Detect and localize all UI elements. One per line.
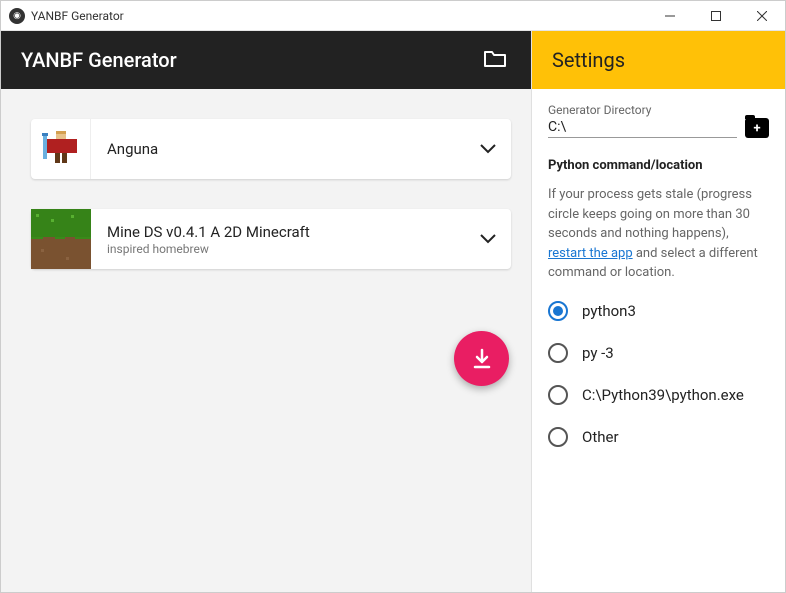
item-body: Mine DS v0.4.1 A 2D Minecraft inspired h… xyxy=(91,223,465,256)
radio-option-path[interactable]: C:\Python39\python.exe xyxy=(548,385,769,405)
list-item[interactable]: Mine DS v0.4.1 A 2D Minecraft inspired h… xyxy=(31,209,511,269)
help-pre: If your process gets stale (progress cir… xyxy=(548,187,752,241)
radio-label: C:\Python39\python.exe xyxy=(582,386,744,404)
close-icon xyxy=(757,11,767,21)
download-icon xyxy=(471,348,493,370)
python-radio-group: python3 py -3 C:\Python39\python.exe Oth… xyxy=(548,301,769,447)
item-title: Anguna xyxy=(107,140,449,158)
radio-label: py -3 xyxy=(582,344,614,362)
radio-option-py3[interactable]: py -3 xyxy=(548,343,769,363)
radio-icon xyxy=(548,427,568,447)
window-titlebar: ◉ YANBF Generator xyxy=(1,1,785,31)
items-list: Anguna xyxy=(1,89,531,289)
maximize-icon xyxy=(711,11,721,21)
chevron-down-icon xyxy=(480,234,496,244)
sprite-icon xyxy=(41,129,81,169)
app-header: YANBF Generator xyxy=(1,31,531,89)
help-text: If your process gets stale (progress cir… xyxy=(548,185,769,283)
radio-icon xyxy=(548,301,568,321)
chevron-down-icon xyxy=(480,144,496,154)
close-button[interactable] xyxy=(739,1,785,30)
python-section-title: Python command/location xyxy=(548,158,769,173)
maximize-button[interactable] xyxy=(693,1,739,30)
open-folder-button[interactable] xyxy=(483,48,507,72)
directory-label: Generator Directory xyxy=(548,103,769,117)
item-thumbnail xyxy=(31,119,91,179)
window-title: YANBF Generator xyxy=(31,9,124,23)
item-body: Anguna xyxy=(91,140,465,158)
download-fab[interactable] xyxy=(454,331,509,386)
expand-button[interactable] xyxy=(465,144,511,154)
radio-option-other[interactable]: Other xyxy=(548,427,769,447)
window-controls xyxy=(647,1,785,30)
item-thumbnail xyxy=(31,209,91,269)
radio-icon xyxy=(548,343,568,363)
item-title: Mine DS v0.4.1 A 2D Minecraft xyxy=(107,223,449,241)
list-item[interactable]: Anguna xyxy=(31,119,511,179)
settings-panel: Settings Generator Directory C:\ + Pytho… xyxy=(531,31,785,592)
app-title: YANBF Generator xyxy=(21,48,177,72)
directory-input[interactable]: C:\ xyxy=(548,119,737,138)
sprite-icon xyxy=(31,209,91,269)
main-panel: YANBF Generator xyxy=(1,31,531,592)
titlebar-left: ◉ YANBF Generator xyxy=(9,8,124,24)
folder-icon xyxy=(483,48,507,68)
radio-option-python3[interactable]: python3 xyxy=(548,301,769,321)
item-subtitle: inspired homebrew xyxy=(107,242,449,256)
restart-app-link[interactable]: restart the app xyxy=(548,246,633,261)
radio-label: python3 xyxy=(582,302,636,320)
expand-button[interactable] xyxy=(465,234,511,244)
plus-icon: + xyxy=(753,122,760,135)
settings-title: Settings xyxy=(532,31,785,89)
minimize-button[interactable] xyxy=(647,1,693,30)
radio-icon xyxy=(548,385,568,405)
minimize-icon xyxy=(665,11,675,21)
add-folder-button[interactable]: + xyxy=(745,118,769,138)
radio-label: Other xyxy=(582,428,619,446)
app-icon: ◉ xyxy=(9,8,25,24)
